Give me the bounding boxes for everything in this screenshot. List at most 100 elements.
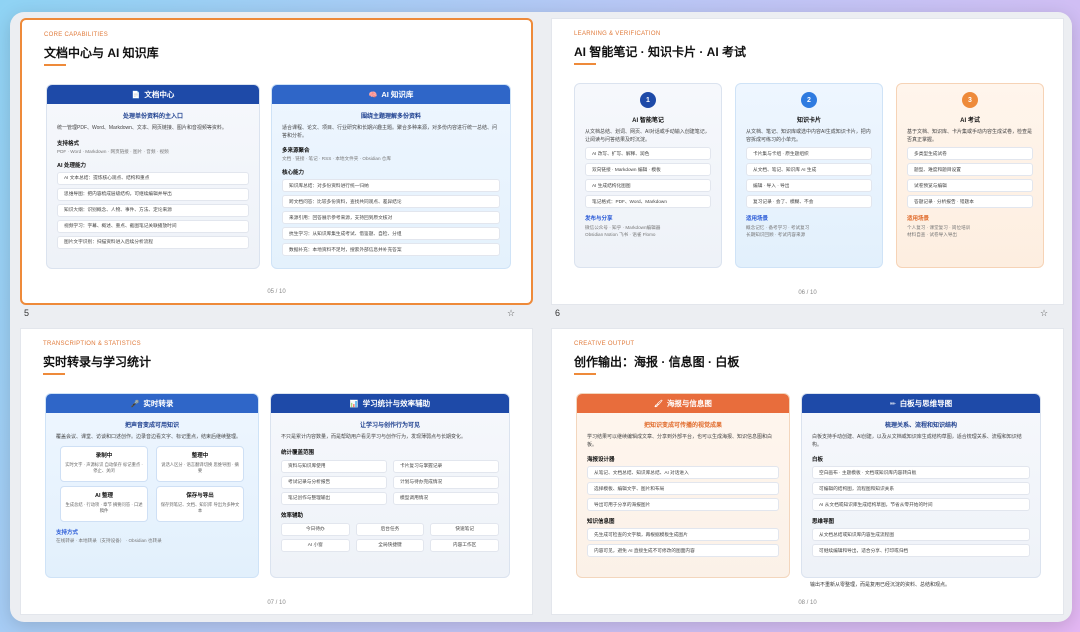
tool-pill: AI 小窗 — [281, 538, 350, 552]
list-item: AI 从文档或知识库生成结构草图，节省从零开始的时间 — [812, 498, 1030, 511]
card-subheading: AI 处理能力 — [57, 162, 87, 169]
list-item: 知识大纲：识别概念、人物、事件、方法、定论来源 — [57, 203, 249, 217]
card-subtext: 概念记忆 · 备考学习 · 考试复习 长期知识回顾 · 考试内容来源 — [746, 225, 810, 237]
card-desc: 统一管理PDF、Word、Markdown、文本、网页链接、图片和音视频等资料。 — [57, 125, 227, 131]
tool-pill: 全局快捷键 — [355, 538, 425, 552]
card-desc: 基于文档、知识库、卡片集或手动内容生成试卷，检查是否真正掌握。 — [907, 129, 1033, 143]
card-subheading: 核心能力 — [282, 170, 305, 176]
card-subheading: 支持格式 — [57, 140, 80, 147]
stat-item: 资料与知识库使用 — [281, 459, 387, 473]
learning-stats-card: 📊 学习统计与效率辅助 让学习与创作行为可见 不只是累计内容数量，而是帮助用户看见… — [270, 393, 510, 578]
tool-pill: 快速笔记 — [430, 522, 499, 536]
card-title: AI 智能笔记 — [632, 118, 664, 124]
title-underline — [44, 64, 66, 66]
card-subheading: 效率辅助 — [281, 512, 304, 519]
slide-thumbnail-7[interactable]: TRANSCRIPTION & STATISTICS 实时转录与学习统计 🎤 实时… — [20, 328, 533, 615]
card-header: 📄 文档中心 — [47, 85, 259, 104]
list-item: 图片文字识别：扫描资料进入后续分析流程 — [57, 235, 249, 249]
slide-sorter-window: CORE CAPABILITIES 文档中心与 AI 知识库 📄 文档中心 处理单… — [10, 12, 1072, 622]
stat-item: 考试记录与分析报告 — [281, 475, 387, 489]
card-subheading: 适用场景 — [746, 216, 769, 222]
title-underline — [574, 373, 596, 375]
slide-title: 创作输出：海报 · 信息图 · 白板 — [574, 355, 740, 369]
list-item: 空白画布 · 主题模板 · 文档或知识库内容转白板 — [812, 466, 1030, 479]
list-item: 可继续编辑和导出，适合分享、打印或归档 — [812, 544, 1030, 557]
card-header: ✏ 白板与思维导图 — [802, 394, 1040, 413]
list-item: 知识库总结：对多份资料进行统一归纳 — [282, 179, 500, 192]
chart-icon: 📊 — [349, 400, 359, 408]
smart-notes-card: 1 AI 智能笔记 从文档总结、划词、网页、AI对话或手动输入创建笔记，让阅读与… — [574, 83, 722, 268]
step-number: 3 — [962, 92, 978, 108]
list-item: AI 改写、扩写、解释、润色 — [585, 147, 711, 160]
slide-kicker: CREATIVE OUTPUT — [574, 341, 635, 347]
list-item: 多类型生成试卷 — [907, 147, 1033, 160]
slide-thumbnail-5[interactable]: CORE CAPABILITIES 文档中心与 AI 知识库 📄 文档中心 处理单… — [20, 18, 533, 305]
page-number: 07 / 10 — [267, 600, 286, 606]
card-subtext: 微信公众号 · 知乎 · Markdown编辑器 Obsidian Notion… — [585, 225, 661, 237]
ai-exam-card: 3 AI 考试 基于文档、知识库、卡片集或手动内容生成试卷，检查是否真正掌握。 … — [896, 83, 1044, 268]
card-subtext: 文档 · 链接 · 笔记 · RSS · 本地文件夹 · Obsidian 仓库 — [282, 156, 391, 161]
slide-kicker: TRANSCRIPTION & STATISTICS — [43, 341, 141, 347]
card-desc: 不只是累计内容数量，而是帮助用户看见学习与创作行为，发现薄弱点与长期变化。 — [281, 434, 467, 440]
star-icon[interactable]: ☆ — [1040, 308, 1048, 319]
slide-title: 实时转录与学习统计 — [43, 355, 152, 369]
card-subheading: 发布与分享 — [585, 216, 613, 222]
list-item: 可编辑的结构图，流程图和知识关系 — [812, 482, 1030, 495]
knowledge-cards-card: 2 知识卡片 从文档、笔记、知识库或选中内容AI生成知识卡片，把内容拆成可练习的… — [735, 83, 883, 268]
list-item: 选择模板、编辑文字、图片和布局 — [587, 482, 779, 495]
title-underline — [574, 63, 596, 65]
card-desc: 学习结果可以继续编辑成文章、分享到外部平台，也可以生成海报、知识信息图和白板。 — [587, 434, 773, 448]
list-item: 笔记格式：PDF、Word、Markdown — [585, 195, 711, 208]
card-desc: 覆盖会议、课堂、访谈和口述创作。边录音边看文字、标记重点，结束后继续整理。 — [56, 434, 242, 440]
page-number: 06 / 10 — [798, 290, 817, 296]
card-header: 🧠 AI 知识库 — [272, 85, 510, 104]
list-item: 导出可用于分享的海报图片 — [587, 498, 779, 511]
list-item: 卡片集与卡组 · 原生题组织 — [746, 147, 872, 160]
card-title: AI 考试 — [960, 118, 980, 124]
list-item: 题型、难度和题目设置 — [907, 163, 1033, 176]
document-icon: 📄 — [131, 91, 141, 99]
stat-item: 计划与待办完成情况 — [393, 475, 499, 489]
card-tagline: 把知识变成可传播的视觉成果 — [643, 423, 722, 429]
card-subheading: 知识信息图 — [587, 519, 615, 525]
slide-number: 6 — [555, 308, 561, 318]
feature-box: 保存与导出 保存到笔记、文档、知识库 导出为多种文本 — [156, 485, 244, 522]
stat-item: 卡片复习与掌握记录 — [393, 459, 499, 473]
card-header: 🎤 实时转录 — [46, 394, 258, 413]
list-item: 来源引用：回答展示参考来源，支持回到原文核对 — [282, 211, 500, 224]
card-tagline: 梳理关系、流程和知识结构 — [884, 423, 957, 429]
list-item: 抗生学习：从知识库集生成考试、借鉴题、自检、分组 — [282, 227, 500, 240]
list-item: 先生成可检查的文字稿，再根据模板生成图片 — [587, 528, 779, 541]
list-item: 跨文档问答：比较多份资料，查找共同观点、差异结论 — [282, 195, 500, 208]
card-desc: 适合课程、论文、项目、行业研究和长期兴趣主题。聚合多种来源，对多份内容进行统一总… — [282, 125, 498, 139]
card-tagline: 围绕主题理解多份资料 — [360, 114, 421, 120]
list-item: AI 生成结构化图图 — [585, 179, 711, 192]
card-desc: 从文档、笔记、知识库或选中内容AI生成知识卡片，把内容拆成可练习的小单元。 — [746, 129, 871, 143]
page-number: 08 / 10 — [798, 600, 817, 606]
card-subheading: 统计覆盖范围 — [281, 449, 315, 456]
slide-thumbnail-8[interactable]: CREATIVE OUTPUT 创作输出：海报 · 信息图 · 白板 🖌 海报与信… — [551, 328, 1064, 615]
card-tagline: 让学习与创作行为可见 — [359, 423, 420, 429]
title-underline — [43, 373, 65, 375]
stat-item: 模型调用情况 — [393, 491, 499, 505]
list-item: 试卷预览与编辑 — [907, 179, 1033, 192]
card-subtext: 个人复习 · 课堂复习 · 岗位培训 材料自查 · 试卷导入导出 — [907, 225, 971, 237]
poster-infographic-card: 🖌 海报与信息图 把知识变成可传播的视觉成果 学习结果可以继续编辑成文章、分享到外… — [576, 393, 790, 578]
page-number: 05 / 10 — [267, 289, 286, 295]
card-desc: 白板支持手动创建、AI创建，以及从文档或知识库生成结构草图，适合梳理关系、流程和… — [812, 434, 1022, 448]
step-number: 2 — [801, 92, 817, 108]
card-desc: 从文档总结、划词、网页、AI对话或手动输入创建笔记，让阅读与问答结果及时沉淀。 — [585, 129, 710, 143]
realtime-transcription-card: 🎤 实时转录 把声音变成可用知识 覆盖会议、课堂、访谈和口述创作。边录音边看文字、… — [45, 393, 259, 578]
card-subheading: 思维导图 — [812, 519, 835, 525]
slide-thumbnail-6[interactable]: LEARNING & VERIFICATION AI 智能笔记 · 知识卡片 ·… — [551, 18, 1064, 305]
card-header: 🖌 海报与信息图 — [577, 394, 789, 413]
slide-title: AI 智能笔记 · 知识卡片 · AI 考试 — [574, 45, 746, 59]
card-tagline: 把声音变成可用知识 — [124, 423, 179, 429]
feature-box: 录制中 实时文字 · 声源标识 自动保存 标记重点 · 停止、关闭 — [60, 445, 148, 482]
list-item: 内容可见，避免 AI 直接生成不可修改的图面内容 — [587, 544, 779, 557]
list-item: 答题记录 · 分析报告 · 错题本 — [907, 195, 1033, 208]
star-icon[interactable]: ☆ — [507, 308, 515, 319]
feature-box: AI 整理 生成总结 · 行动项 · 章节 摘要问答 · 口述稿件 — [60, 485, 148, 522]
pencil-icon: ✏ — [889, 400, 896, 408]
slide-title: 文档中心与 AI 知识库 — [44, 46, 159, 60]
